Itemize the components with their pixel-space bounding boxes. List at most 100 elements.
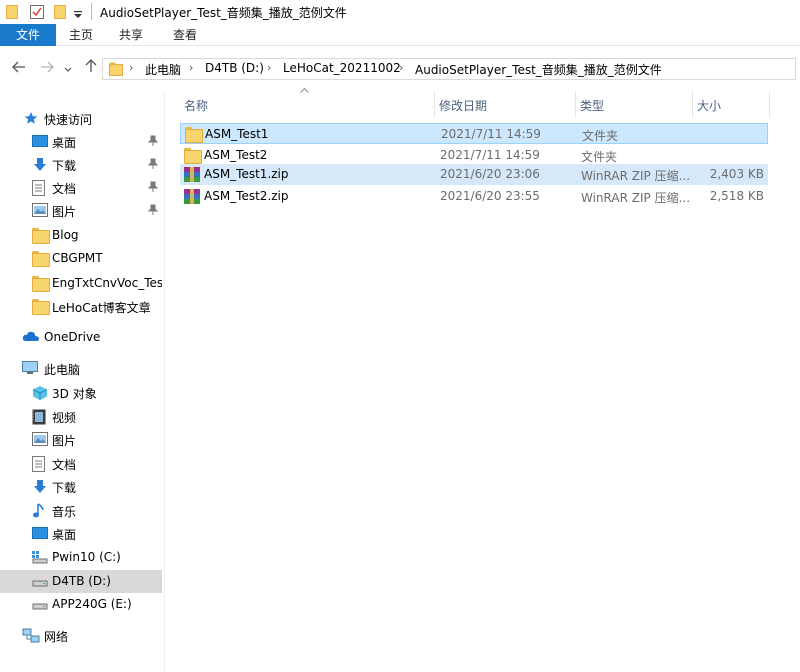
tab-view[interactable]: 查看 xyxy=(162,24,208,46)
nav-item-engtxtcnvvoc[interactable]: EngTxtCnvVoc_Test_ xyxy=(0,272,162,295)
nav-label: 视频 xyxy=(52,411,77,425)
picture-icon xyxy=(32,203,48,218)
address-bar[interactable]: › 此电脑 › D4TB (D:) › LeHoCat_20211002 › A… xyxy=(102,58,796,80)
recent-locations-button[interactable] xyxy=(62,59,74,79)
column-header-date[interactable]: 修改日期 xyxy=(435,92,575,118)
up-arrow-icon xyxy=(85,59,97,72)
back-arrow-icon xyxy=(12,61,25,73)
file-type: WinRAR ZIP 压缩... xyxy=(581,169,691,183)
nav-label: 图片 xyxy=(52,205,77,219)
file-name: ASM_Test2 xyxy=(204,148,268,162)
folder-icon xyxy=(6,5,18,22)
nav-item-cbgpmt[interactable]: CBGPMT xyxy=(0,247,162,270)
tab-file[interactable]: 文件 xyxy=(0,24,56,46)
nav-item-drive-d[interactable]: D4TB (D:) xyxy=(0,570,162,593)
breadcrumb-current[interactable]: AudioSetPlayer_Test_音频集_播放_范例文件 xyxy=(415,61,662,78)
network-icon xyxy=(22,628,40,643)
nav-item-lehocat-blog[interactable]: LeHoCat博客文章 xyxy=(0,295,162,318)
nav-item-drive-e[interactable]: APP240G (E:) xyxy=(0,593,162,616)
chevron-down-icon xyxy=(64,67,72,72)
star-icon xyxy=(24,111,40,126)
breadcrumb-separator-icon[interactable]: › xyxy=(189,61,193,74)
file-type: 文件夹 xyxy=(582,129,619,143)
nav-label: LeHoCat博客文章 xyxy=(52,301,151,315)
nav-label: 下载 xyxy=(52,481,77,495)
file-type: WinRAR ZIP 压缩... xyxy=(581,191,691,205)
nav-label: D4TB (D:) xyxy=(52,574,111,588)
video-icon xyxy=(32,409,48,425)
folder-icon xyxy=(32,251,50,267)
column-header-size[interactable]: 大小 xyxy=(693,92,769,118)
file-date: 2021/7/11 14:59 xyxy=(441,127,541,141)
pin-icon[interactable] xyxy=(147,135,159,147)
nav-item-drive-c[interactable]: Pwin10 (C:) xyxy=(0,546,162,569)
file-row[interactable]: ASM_Test1.zip 2021/6/20 23:06 WinRAR ZIP… xyxy=(180,164,768,185)
ribbon-tabs: 文件 主页 共享 查看 xyxy=(0,24,800,46)
nav-item-videos[interactable]: 视频 xyxy=(0,405,162,428)
properties-icon[interactable] xyxy=(30,5,44,22)
nav-label: CBGPMT xyxy=(52,251,103,265)
pane-divider xyxy=(164,92,165,672)
back-button[interactable] xyxy=(10,59,28,79)
drive-icon xyxy=(32,597,48,612)
nav-item-desktop-pc[interactable]: 桌面 xyxy=(0,522,162,545)
nav-label: Blog xyxy=(52,228,79,242)
new-folder-icon[interactable] xyxy=(54,5,66,22)
breadcrumb-separator-icon[interactable]: › xyxy=(129,61,133,74)
column-header-type[interactable]: 类型 xyxy=(576,92,692,118)
nav-item-pictures[interactable]: 图片 xyxy=(0,199,162,222)
breadcrumb-separator-icon[interactable]: › xyxy=(399,61,403,74)
file-name: ASM_Test1 xyxy=(205,127,269,141)
nav-label: 文档 xyxy=(52,458,77,472)
drive-icon xyxy=(32,574,48,589)
tab-home[interactable]: 主页 xyxy=(58,24,104,46)
desktop-icon xyxy=(32,526,48,541)
column-header-name[interactable]: 名称 xyxy=(180,92,434,118)
up-button[interactable] xyxy=(82,59,100,79)
nav-quick-access[interactable]: 快速访问 xyxy=(0,107,162,130)
customize-toolbar-icon[interactable] xyxy=(74,8,82,22)
nav-label: 文档 xyxy=(52,182,77,196)
nav-this-pc[interactable]: 此电脑 xyxy=(0,357,162,380)
document-icon xyxy=(32,180,48,196)
file-row[interactable]: ASM_Test2.zip 2021/6/20 23:55 WinRAR ZIP… xyxy=(180,186,768,207)
breadcrumb-separator-icon[interactable]: › xyxy=(267,61,271,74)
3d-objects-icon xyxy=(32,385,48,400)
breadcrumb-drive[interactable]: D4TB (D:) xyxy=(205,61,264,75)
address-row: › 此电脑 › D4TB (D:) › LeHoCat_20211002 › A… xyxy=(0,46,800,92)
forward-button[interactable] xyxy=(38,59,56,79)
file-row[interactable]: ASM_Test1 2021/7/11 14:59 文件夹 xyxy=(180,123,768,144)
nav-item-blog[interactable]: Blog xyxy=(0,224,162,247)
nav-item-music[interactable]: 音乐 xyxy=(0,499,162,522)
file-date: 2021/6/20 23:55 xyxy=(440,189,540,203)
system-drive-icon xyxy=(32,550,48,565)
file-type: 文件夹 xyxy=(581,150,618,164)
nav-network[interactable]: 网络 xyxy=(0,624,162,647)
nav-item-pictures-pc[interactable]: 图片 xyxy=(0,428,162,451)
tab-share[interactable]: 共享 xyxy=(108,24,154,46)
nav-item-downloads[interactable]: 下载 xyxy=(0,153,162,176)
nav-onedrive[interactable]: OneDrive xyxy=(0,326,162,349)
file-row[interactable]: ASM_Test2 2021/7/11 14:59 文件夹 xyxy=(180,145,768,166)
picture-icon xyxy=(32,432,48,447)
nav-label: 此电脑 xyxy=(44,363,81,377)
pin-icon[interactable] xyxy=(147,181,159,193)
nav-item-desktop[interactable]: 桌面 xyxy=(0,130,162,153)
breadcrumb-folder[interactable]: LeHoCat_20211002 xyxy=(283,61,401,75)
pin-icon[interactable] xyxy=(147,158,159,170)
pin-icon[interactable] xyxy=(147,204,159,216)
nav-label: 下载 xyxy=(52,159,77,173)
column-resize-handle[interactable] xyxy=(769,92,770,118)
nav-label: 3D 对象 xyxy=(52,387,97,401)
nav-label: 网络 xyxy=(44,630,69,644)
nav-item-documents[interactable]: 文档 xyxy=(0,176,162,199)
nav-item-downloads-pc[interactable]: 下载 xyxy=(0,475,162,498)
column-header-label: 类型 xyxy=(580,99,605,113)
nav-label: EngTxtCnvVoc_Test_ xyxy=(52,276,162,290)
nav-item-3d-objects[interactable]: 3D 对象 xyxy=(0,381,162,404)
breadcrumb-this-pc[interactable]: 此电脑 xyxy=(145,61,181,78)
nav-item-documents-pc[interactable]: 文档 xyxy=(0,452,162,475)
nav-label: OneDrive xyxy=(44,330,101,344)
file-date: 2021/7/11 14:59 xyxy=(440,148,540,162)
cloud-icon xyxy=(22,330,39,345)
